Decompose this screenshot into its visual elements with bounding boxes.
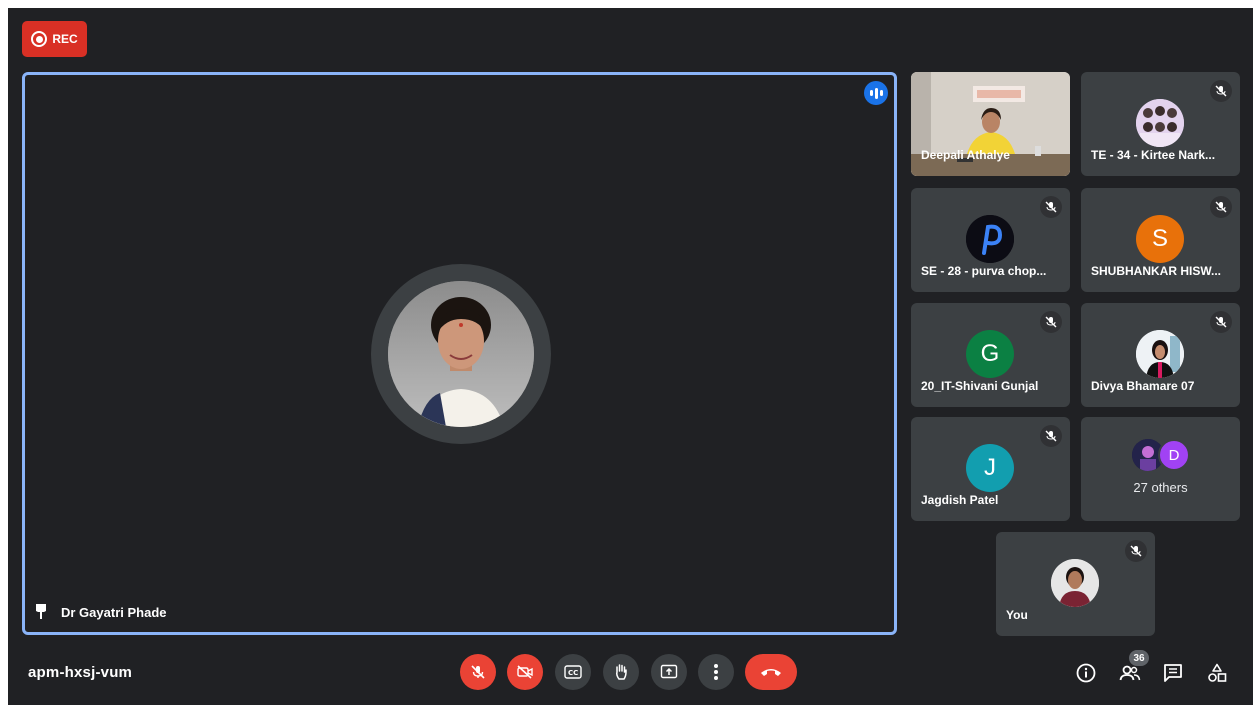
self-avatar bbox=[1051, 559, 1099, 607]
self-tile[interactable]: You bbox=[996, 532, 1155, 636]
participant-avatar-initial: G bbox=[966, 330, 1014, 378]
others-avatar-initial: D bbox=[1158, 439, 1190, 471]
bottom-control-bar: apm-hxsj-vum CC 36 bbox=[8, 648, 1253, 705]
activities-icon bbox=[1208, 663, 1227, 682]
people-button[interactable]: 36 bbox=[1115, 650, 1149, 688]
participant-name: SE - 28 - purva chop... bbox=[921, 264, 1047, 278]
participant-name: SHUBHANKAR HISW... bbox=[1091, 264, 1222, 278]
participant-tile[interactable]: SE - 28 - purva chop... bbox=[911, 188, 1070, 292]
participant-tile[interactable]: J Jagdish Patel bbox=[911, 417, 1070, 521]
main-speaker-name: Dr Gayatri Phade bbox=[61, 605, 167, 620]
participant-name: TE - 34 - Kirtee Nark... bbox=[1091, 148, 1216, 162]
recording-indicator: REC bbox=[22, 21, 87, 57]
leave-call-button[interactable] bbox=[745, 654, 797, 690]
others-count-label: 27 others bbox=[1133, 480, 1188, 495]
participant-tile[interactable]: G 20_IT-Shivani Gunjal bbox=[911, 303, 1070, 407]
captions-icon: CC bbox=[564, 665, 582, 679]
participant-avatar bbox=[966, 215, 1014, 263]
meet-stage: REC Dr Gayatri Phade Deepali Athalye TE … bbox=[8, 8, 1253, 705]
meeting-details-button[interactable] bbox=[1071, 658, 1101, 688]
participant-name: Deepali Athalye bbox=[921, 148, 1010, 162]
camera-toggle-button[interactable] bbox=[507, 654, 543, 690]
chat-icon bbox=[1164, 664, 1182, 682]
mic-off-icon bbox=[1210, 196, 1232, 218]
participant-name: Divya Bhamare 07 bbox=[1091, 379, 1195, 393]
mic-off-icon bbox=[1040, 425, 1062, 447]
raise-hand-icon bbox=[616, 664, 627, 680]
more-options-icon bbox=[714, 664, 718, 680]
participant-name: Jagdish Patel bbox=[921, 493, 999, 507]
participant-name: 20_IT-Shivani Gunjal bbox=[921, 379, 1039, 393]
participant-avatar-initial: S bbox=[1136, 215, 1184, 263]
mic-off-icon bbox=[1210, 80, 1232, 102]
main-speaker-avatar bbox=[388, 281, 534, 427]
mic-off-icon bbox=[1210, 311, 1232, 333]
participant-avatar-initial: J bbox=[966, 444, 1014, 492]
main-speaker-tile[interactable]: Dr Gayatri Phade bbox=[22, 72, 897, 635]
mic-off-icon bbox=[1040, 196, 1062, 218]
speaking-indicator-icon bbox=[864, 81, 888, 105]
more-options-button[interactable] bbox=[698, 654, 734, 690]
info-icon bbox=[1076, 663, 1096, 683]
microphone-toggle-button[interactable] bbox=[460, 654, 496, 690]
activities-button[interactable] bbox=[1202, 658, 1232, 688]
main-speaker-avatar-ring bbox=[371, 264, 551, 444]
mic-off-icon bbox=[471, 665, 485, 679]
people-icon bbox=[1119, 665, 1141, 681]
others-tile[interactable]: D 27 others bbox=[1081, 417, 1240, 521]
participant-tile[interactable]: S SHUBHANKAR HISW... bbox=[1081, 188, 1240, 292]
mic-off-icon bbox=[1125, 540, 1147, 562]
captions-button[interactable]: CC bbox=[555, 654, 591, 690]
participant-tile[interactable]: Divya Bhamare 07 bbox=[1081, 303, 1240, 407]
self-name: You bbox=[1006, 608, 1028, 622]
participant-count-badge: 36 bbox=[1129, 650, 1149, 666]
present-icon bbox=[660, 664, 678, 679]
recording-label: REC bbox=[52, 32, 78, 46]
raise-hand-button[interactable] bbox=[603, 654, 639, 690]
participant-avatar bbox=[1136, 99, 1184, 147]
participant-avatar bbox=[1136, 330, 1184, 378]
end-call-icon bbox=[761, 669, 781, 676]
participant-tile[interactable]: TE - 34 - Kirtee Nark... bbox=[1081, 72, 1240, 176]
record-icon bbox=[31, 31, 48, 47]
chat-button[interactable] bbox=[1158, 658, 1188, 688]
svg-text:CC: CC bbox=[568, 669, 578, 677]
camera-off-icon bbox=[517, 665, 533, 679]
letter-p-logo-icon bbox=[966, 215, 1014, 263]
meeting-code: apm-hxsj-vum bbox=[28, 664, 133, 681]
pin-icon[interactable] bbox=[35, 603, 47, 622]
main-speaker-name-label: Dr Gayatri Phade bbox=[35, 603, 167, 622]
participant-tile[interactable]: Deepali Athalye bbox=[911, 72, 1070, 176]
mic-off-icon bbox=[1040, 311, 1062, 333]
present-now-button[interactable] bbox=[651, 654, 687, 690]
